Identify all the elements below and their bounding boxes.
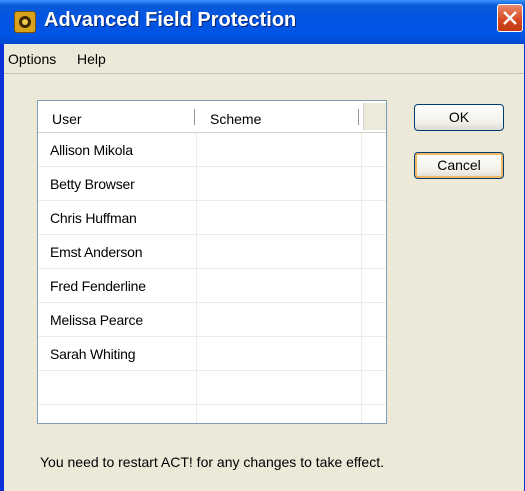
- cancel-button[interactable]: Cancel: [414, 152, 504, 179]
- user-cell: Fred Fenderline: [50, 278, 146, 294]
- act-app-icon[interactable]: [14, 11, 36, 33]
- table-row[interactable]: Betty Browser: [38, 167, 386, 201]
- menu-help[interactable]: Help: [77, 51, 106, 67]
- user-cell: Chris Huffman: [50, 210, 137, 226]
- column-header-user[interactable]: User: [52, 111, 82, 127]
- list-rows: Allison Mikola Betty Browser Chris Huffm…: [38, 133, 386, 423]
- table-row[interactable]: Emst Anderson: [38, 235, 386, 269]
- column-header-filler: [363, 103, 386, 130]
- ok-button[interactable]: OK: [414, 104, 504, 131]
- table-row[interactable]: Allison Mikola: [38, 133, 386, 167]
- column-header-scheme[interactable]: Scheme: [210, 111, 261, 127]
- list-header: User Scheme: [38, 101, 386, 133]
- empty-row: [38, 405, 386, 423]
- user-cell: Melissa Pearce: [50, 312, 143, 328]
- restart-notice: You need to restart ACT! for any changes…: [40, 454, 384, 470]
- user-cell: Sarah Whiting: [50, 346, 136, 362]
- title-bar[interactable]: Advanced Field Protection: [0, 0, 525, 44]
- menu-options[interactable]: Options: [8, 51, 56, 67]
- column-divider[interactable]: [358, 109, 359, 125]
- close-button[interactable]: [497, 4, 523, 32]
- menu-bar: Options Help: [4, 44, 524, 74]
- title-bar-content: Advanced Field Protection: [4, 0, 525, 44]
- user-scheme-list[interactable]: User Scheme Allison Mikola Betty Browser…: [37, 100, 387, 424]
- empty-row: [38, 371, 386, 405]
- window-title: Advanced Field Protection: [44, 9, 297, 31]
- user-cell: Allison Mikola: [50, 142, 133, 158]
- table-row[interactable]: Sarah Whiting: [38, 337, 386, 371]
- table-row[interactable]: Melissa Pearce: [38, 303, 386, 337]
- close-icon: [503, 11, 517, 25]
- table-row[interactable]: Chris Huffman: [38, 201, 386, 235]
- user-cell: Betty Browser: [50, 176, 135, 192]
- column-divider[interactable]: [194, 109, 195, 125]
- user-cell: Emst Anderson: [50, 244, 143, 260]
- table-row[interactable]: Fred Fenderline: [38, 269, 386, 303]
